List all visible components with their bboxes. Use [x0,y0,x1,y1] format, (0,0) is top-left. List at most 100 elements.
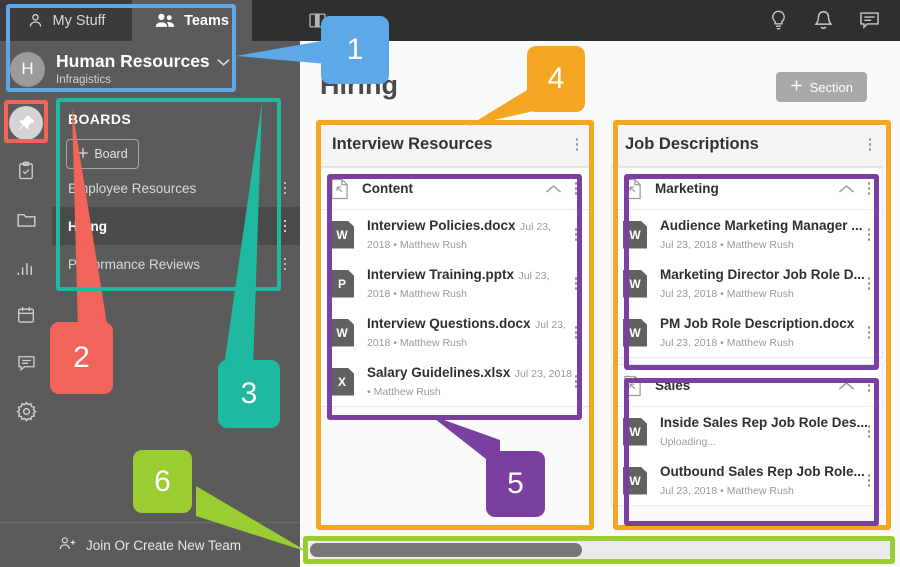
team-header[interactable]: H Human Resources Infragistics [0,41,300,97]
board-item-performance-reviews[interactable]: Performance Reviews [52,245,300,283]
file-menu-icon[interactable] [574,228,577,241]
group-header[interactable]: Sales [612,365,882,407]
add-board-label: Board [94,147,128,161]
board-item-menu-icon[interactable] [283,219,286,233]
tab-my-stuff[interactable]: My Stuff [0,0,132,41]
group-menu-icon[interactable] [867,182,870,195]
group-name: Content [362,181,413,196]
add-people-icon [59,536,78,554]
group-menu-icon[interactable] [867,379,870,392]
app-window: My Stuff Teams H Human Resources Infragi… [0,0,900,567]
board-item-hiring[interactable]: Hiring [52,207,300,245]
file-menu-icon[interactable] [867,228,870,241]
column-menu-icon[interactable] [575,138,578,151]
chevron-up-icon[interactable] [545,184,562,194]
board-item-employee-resources[interactable]: Employee Resources [52,169,300,207]
file-row[interactable]: W Audience Marketing Manager ... Jul 23,… [612,210,882,259]
main-content: Hiring Section Interview Resources Conte… [300,41,900,567]
board-item-label: Performance Reviews [68,256,201,272]
board-item-label: Employee Resources [68,180,197,196]
column-body: Marketing W Audience Marketing Manager .… [611,167,883,533]
file-meta: Audience Marketing Manager ... Jul 23, 2… [660,217,868,253]
add-section-button[interactable]: Section [775,72,867,102]
team-text: Human Resources Infragistics [56,52,230,86]
word-file-icon: W [623,269,647,298]
file-name: Interview Policies.docx [367,217,516,233]
team-name: Human Resources [56,52,230,71]
group-header[interactable]: Marketing [612,168,882,210]
file-subtitle: Jul 23, 2018 • Matthew Rush [660,484,794,497]
checklist-icon[interactable] [9,154,43,188]
file-row[interactable]: P Interview Training.pptx Jul 23, 2018 •… [319,259,589,308]
chevron-up-icon[interactable] [838,184,855,194]
file-name: Marketing Director Job Role D... [660,266,865,282]
column-job-descriptions: Job Descriptions Marketing W Audience Ma… [611,123,883,533]
file-menu-icon[interactable] [867,277,870,290]
board-columns: Interview Resources Content W Interview … [318,123,884,533]
file-row[interactable]: W Inside Sales Rep Job Role Des... Uploa… [612,407,882,456]
group-menu-icon[interactable] [574,182,577,195]
file-meta: Marketing Director Job Role D... Jul 23,… [660,266,868,302]
team-org-label: Infragistics [56,73,111,86]
column-menu-icon[interactable] [868,138,871,151]
chat-icon[interactable] [859,11,880,30]
file-name: Outbound Sales Rep Job Role... [660,463,865,479]
panel-toggle-icon[interactable] [304,8,330,34]
word-file-icon: W [623,220,647,249]
bar-chart-icon[interactable] [9,250,43,284]
top-bar-icons [769,10,880,31]
powerpoint-file-icon: P [330,269,354,298]
tab-teams[interactable]: Teams [132,0,252,41]
file-menu-icon[interactable] [574,326,577,339]
chevron-down-icon[interactable] [217,52,230,71]
file-menu-icon[interactable] [574,375,577,388]
file-row[interactable]: W Outbound Sales Rep Job Role... Jul 23,… [612,456,882,505]
board-item-menu-icon[interactable] [283,181,286,195]
group-content: Content W Interview Policies.docx Jul 23… [318,167,590,407]
file-menu-icon[interactable] [867,326,870,339]
group-name: Sales [655,378,691,393]
board-item-menu-icon[interactable] [283,257,286,271]
chat-icon[interactable] [9,346,43,380]
word-file-icon: W [623,466,647,495]
file-meta: Interview Questions.docx Jul 23, 2018 • … [367,315,575,351]
add-section-label: Section [809,79,853,95]
left-panel-tabs: My Stuff Teams [0,0,300,41]
chevron-up-icon[interactable] [838,381,855,391]
join-or-create-team-button[interactable]: Join Or Create New Team [0,522,300,567]
pin-icon[interactable] [9,106,43,140]
bell-icon[interactable] [814,10,833,31]
file-menu-icon[interactable] [574,277,577,290]
file-meta: Interview Training.pptx Jul 23, 2018 • M… [367,266,575,302]
calendar-icon[interactable] [9,298,43,332]
lightbulb-icon[interactable] [769,10,788,31]
file-name: PM Job Role Description.docx [660,315,855,331]
settings-gear-icon[interactable] [9,394,43,428]
file-row[interactable]: W Interview Policies.docx Jul 23, 2018 •… [319,210,589,259]
file-menu-icon[interactable] [867,474,870,487]
horizontal-scrollbar-track[interactable] [308,541,892,559]
boards-heading: BOARDS [68,111,132,127]
group-name: Marketing [655,181,719,196]
file-subtitle: Uploading... [660,435,717,448]
file-subtitle: Jul 23, 2018 • Matthew Rush [660,336,794,349]
column-body: Content W Interview Policies.docx Jul 23… [318,167,590,533]
file-meta: Outbound Sales Rep Job Role... Jul 23, 2… [660,463,868,499]
add-board-button[interactable]: Board [66,139,139,169]
column-interview-resources: Interview Resources Content W Interview … [318,123,590,533]
top-bar [300,0,900,41]
group-sales: Sales W Inside Sales Rep Job Role Des...… [611,364,883,506]
document-outline-icon [623,178,642,200]
file-row[interactable]: W Interview Questions.docx Jul 23, 2018 … [319,308,589,357]
file-menu-icon[interactable] [867,425,870,438]
file-name: Inside Sales Rep Job Role Des... [660,414,868,430]
file-row[interactable]: W Marketing Director Job Role D... Jul 2… [612,259,882,308]
file-meta: Inside Sales Rep Job Role Des... Uploadi… [660,414,868,450]
file-row[interactable]: X Salary Guidelines.xlsx Jul 23, 2018 • … [319,357,589,406]
horizontal-scrollbar-thumb[interactable] [310,543,582,557]
excel-file-icon: X [330,367,354,396]
folder-icon[interactable] [9,202,43,236]
word-file-icon: W [330,220,354,249]
file-row[interactable]: W PM Job Role Description.docx Jul 23, 2… [612,308,882,357]
group-header[interactable]: Content [319,168,589,210]
